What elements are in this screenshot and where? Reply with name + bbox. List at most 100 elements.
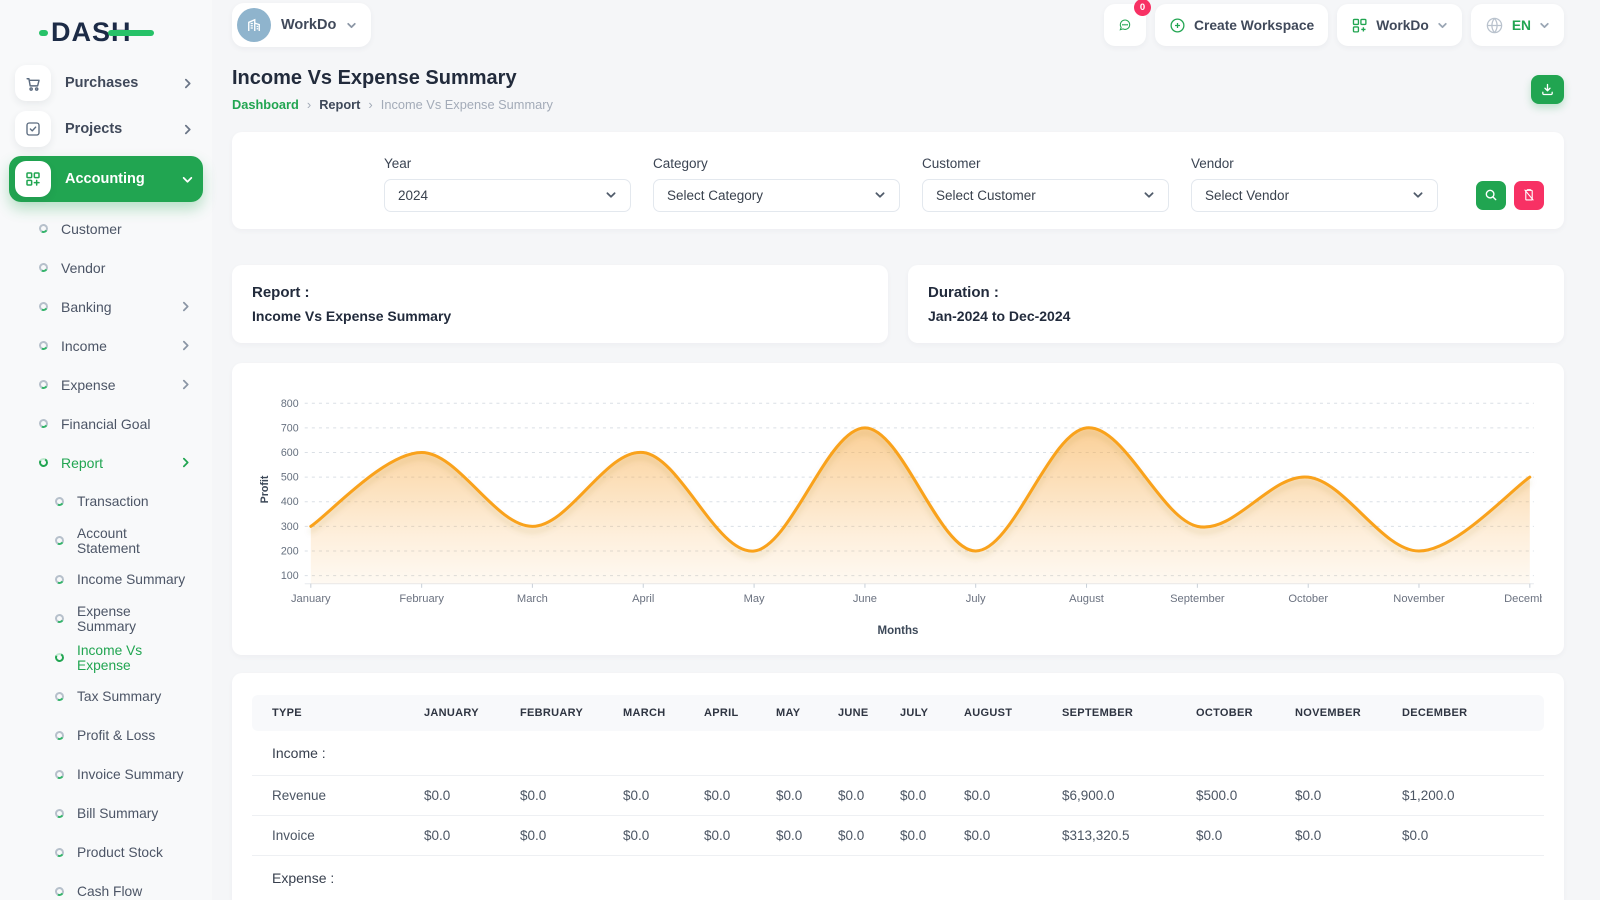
apps-menu-button[interactable]: WorkDo xyxy=(1337,4,1462,46)
profit-chart: 100200300400500600700800 JanuaryFebruary… xyxy=(254,387,1542,622)
bullet-icon xyxy=(54,652,65,663)
svg-text:December: December xyxy=(1504,593,1542,605)
category-select[interactable]: Select Category xyxy=(653,179,900,212)
group-row-expense: Expense : xyxy=(252,856,1544,900)
breadcrumb-separator: › xyxy=(368,97,372,112)
chevron-down-icon xyxy=(346,20,357,31)
clipboard-off-icon xyxy=(1522,188,1536,202)
topbar: WorkDo 0 Create Workspace WorkDo EN xyxy=(232,0,1564,51)
search-button[interactable] xyxy=(1476,181,1506,210)
checkbox-icon xyxy=(24,120,42,138)
table-header-october: OCTOBER xyxy=(1186,695,1285,731)
chevron-down-icon xyxy=(1539,20,1550,31)
page-content: Income Vs Expense Summary Dashboard › Re… xyxy=(232,51,1564,900)
sidebar-item-projects[interactable]: Projects xyxy=(9,106,203,152)
building-icon xyxy=(245,16,263,34)
sidebar-item-transaction[interactable]: Transaction xyxy=(9,482,203,521)
breadcrumb-dashboard[interactable]: Dashboard xyxy=(232,97,299,112)
sidebar-item-income[interactable]: Income xyxy=(9,326,203,365)
sidebar-item-label: Income Summary xyxy=(77,572,185,587)
year-label: Year xyxy=(384,156,631,171)
chevron-down-icon xyxy=(1412,189,1424,201)
amount-cell: $0.0 xyxy=(414,816,510,856)
page-title: Income Vs Expense Summary xyxy=(232,67,553,90)
sidebar-item-tax-summary[interactable]: Tax Summary xyxy=(9,677,203,716)
download-report-button[interactable] xyxy=(1531,75,1564,104)
profit-chart-card: 100200300400500600700800 JanuaryFebruary… xyxy=(232,363,1564,655)
amount-cell: $0.0 xyxy=(890,816,954,856)
amount-cell: $0.0 xyxy=(694,776,766,816)
sidebar-item-customer[interactable]: Customer xyxy=(9,209,203,248)
chevron-right-icon xyxy=(180,340,191,351)
sidebar-item-income-vs-expense[interactable]: Income Vs Expense xyxy=(9,638,203,677)
svg-text:800: 800 xyxy=(281,397,299,409)
year-select[interactable]: 2024 xyxy=(384,179,631,212)
amount-cell: $313,320.5 xyxy=(1052,816,1186,856)
amount-cell: $0.0 xyxy=(766,816,828,856)
table-row-revenue: Revenue$0.0$0.0$0.0$0.0$0.0$0.0$0.0$0.0$… xyxy=(252,776,1544,816)
sidebar-item-account-statement[interactable]: Account Statement xyxy=(9,521,203,560)
language-button[interactable]: EN xyxy=(1471,4,1564,46)
amount-cell: $0.0 xyxy=(1186,816,1285,856)
svg-text:400: 400 xyxy=(281,496,299,508)
svg-text:September: September xyxy=(1170,593,1225,605)
globe-icon xyxy=(1485,16,1504,35)
sidebar-item-purchases[interactable]: Purchases xyxy=(9,60,203,106)
create-workspace-button[interactable]: Create Workspace xyxy=(1155,4,1328,46)
bullet-icon xyxy=(38,223,49,234)
svg-text:August: August xyxy=(1069,593,1105,605)
bullet-icon xyxy=(54,808,65,819)
sidebar-item-cash-flow[interactable]: Cash Flow xyxy=(9,872,203,900)
report-card-label: Report : xyxy=(252,284,868,301)
svg-text:February: February xyxy=(399,593,444,605)
duration-card-label: Duration : xyxy=(928,284,1544,301)
vendor-label: Vendor xyxy=(1191,156,1438,171)
amount-cell: $6,900.0 xyxy=(1052,776,1186,816)
chevron-right-icon xyxy=(182,124,193,135)
svg-text:June: June xyxy=(853,593,877,605)
sidebar-item-product-stock[interactable]: Product Stock xyxy=(9,833,203,872)
sidebar-item-banking[interactable]: Banking xyxy=(9,287,203,326)
sidebar-item-label: Accounting xyxy=(65,171,145,187)
amount-cell: $0.0 xyxy=(510,816,613,856)
reset-filter-button[interactable] xyxy=(1514,181,1544,210)
sidebar-item-expense[interactable]: Expense xyxy=(9,365,203,404)
sidebar-item-income-summary[interactable]: Income Summary xyxy=(9,560,203,599)
table-header-may: MAY xyxy=(766,695,828,731)
sidebar-item-label: Financial Goal xyxy=(61,416,151,432)
sidebar-item-label: Expense xyxy=(61,377,115,393)
workspace-switcher[interactable]: WorkDo xyxy=(232,3,371,47)
bullet-icon xyxy=(54,886,65,897)
amount-cell: $0.0 xyxy=(766,776,828,816)
breadcrumb-current: Income Vs Expense Summary xyxy=(381,97,553,112)
breadcrumb-report[interactable]: Report xyxy=(319,97,360,112)
report-card-value: Income Vs Expense Summary xyxy=(252,308,868,324)
amount-cell: $0.0 xyxy=(1285,816,1392,856)
sidebar-item-financial-goal[interactable]: Financial Goal xyxy=(9,404,203,443)
bullet-icon xyxy=(38,418,49,429)
vendor-select[interactable]: Select Vendor xyxy=(1191,179,1438,212)
duration-card: Duration : Jan-2024 to Dec-2024 xyxy=(908,265,1564,343)
app-logo[interactable]: DASH xyxy=(9,0,203,60)
sidebar: DASH Purchases Projects Accounting Custo… xyxy=(0,0,212,900)
sidebar-item-invoice-summary[interactable]: Invoice Summary xyxy=(9,755,203,794)
sidebar-item-accounting[interactable]: Accounting xyxy=(9,156,203,202)
sidebar-item-label: Transaction xyxy=(77,494,149,509)
category-label: Category xyxy=(653,156,900,171)
customer-select[interactable]: Select Customer xyxy=(922,179,1169,212)
table-header-february: FEBRUARY xyxy=(510,695,613,731)
sidebar-item-vendor[interactable]: Vendor xyxy=(9,248,203,287)
messages-button[interactable]: 0 xyxy=(1104,4,1146,46)
sidebar-item-expense-summary[interactable]: Expense Summary xyxy=(9,599,203,638)
sidebar-item-label: Vendor xyxy=(61,260,105,276)
amount-cell: $500.0 xyxy=(1186,776,1285,816)
search-icon xyxy=(1484,188,1498,202)
svg-text:May: May xyxy=(744,593,765,605)
sidebar-item-label: Purchases xyxy=(65,75,138,91)
sidebar-item-profit-loss[interactable]: Profit & Loss xyxy=(9,716,203,755)
customer-label: Customer xyxy=(922,156,1169,171)
sidebar-item-report[interactable]: Report xyxy=(9,443,203,482)
sidebar-item-bill-summary[interactable]: Bill Summary xyxy=(9,794,203,833)
sidebar-item-label: Banking xyxy=(61,299,112,315)
table-header-type: TYPE xyxy=(252,695,414,731)
